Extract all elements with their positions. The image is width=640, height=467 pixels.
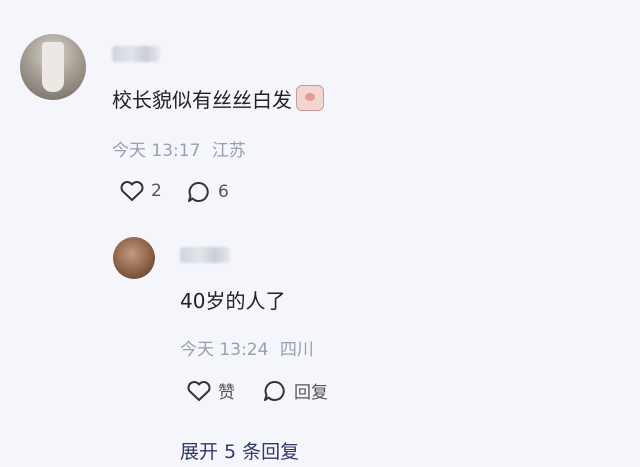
comment-bubble-icon <box>188 182 209 202</box>
like-count: 2 <box>151 181 162 201</box>
reply-count: 6 <box>218 182 229 202</box>
comment-location: 江苏 <box>211 141 246 161</box>
reply-like-label: 赞 <box>218 383 235 403</box>
reply-like-button[interactable]: 赞 <box>186 378 235 403</box>
comment-text: 校长貌似有丝丝白发 <box>112 88 292 112</box>
reply-count-button[interactable]: 6 <box>186 180 229 204</box>
comment-time: 今天 13:17 <box>112 141 201 161</box>
replier-name-blurred[interactable] <box>180 247 230 263</box>
like-button[interactable]: 2 <box>119 180 162 202</box>
comment-text-row: 校长貌似有丝丝白发 <box>112 84 324 113</box>
reply-reply-label: 回复 <box>294 383 328 403</box>
comment-meta: 今天 13:17 江苏 <box>112 136 246 161</box>
commenter-avatar[interactable] <box>20 34 86 100</box>
comment-bubble-icon <box>264 380 285 401</box>
replier-avatar[interactable] <box>113 237 155 279</box>
heart-icon <box>187 380 211 401</box>
commenter-name-blurred[interactable] <box>112 46 160 62</box>
reply-location: 四川 <box>279 340 314 360</box>
reply-text: 40岁的人了 <box>180 289 286 313</box>
reply-reply-button[interactable]: 回复 <box>262 378 328 403</box>
expand-replies-link[interactable]: 展开 5 条回复 <box>180 437 299 464</box>
reply-time: 今天 13:24 <box>180 340 269 360</box>
reply-meta: 今天 13:24 四川 <box>180 335 314 360</box>
heart-icon <box>120 181 144 201</box>
pig-emoji-icon <box>296 85 324 111</box>
